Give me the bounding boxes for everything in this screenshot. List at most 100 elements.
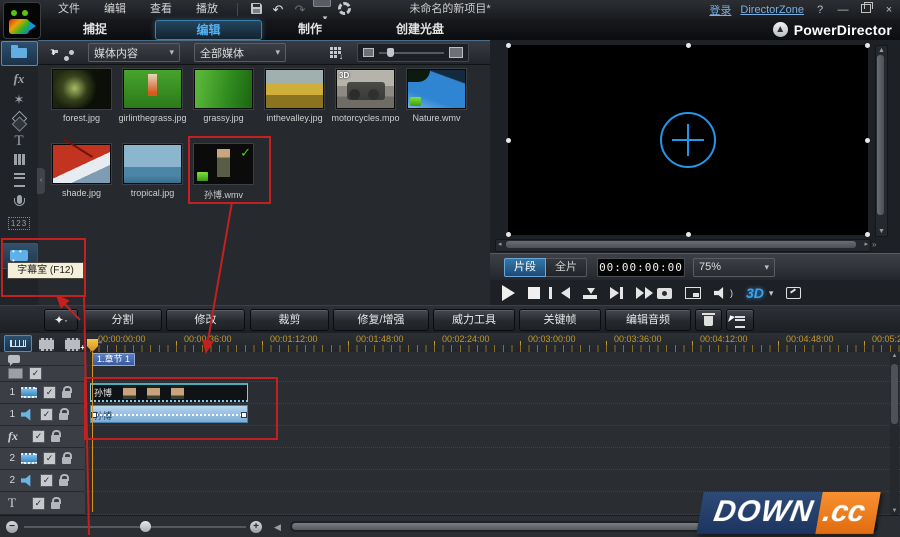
track-enable-checkbox[interactable]: ✓ <box>43 452 56 465</box>
thumbnail-shade[interactable] <box>52 144 111 184</box>
delete-button[interactable] <box>695 309 722 331</box>
help-button[interactable]: ? <box>813 4 827 16</box>
thumbnail-size-slider[interactable] <box>357 43 469 62</box>
track-enable-checkbox[interactable]: ✓ <box>32 497 45 510</box>
volume-speaker-button[interactable] <box>714 287 727 299</box>
timeline-vertical-scrollbar[interactable]: ▲ ▼ <box>890 352 899 515</box>
close-button[interactable]: × <box>882 4 896 16</box>
minimize-button[interactable]: — <box>836 4 850 16</box>
media-content-dropdown[interactable]: 媒体内容 ▾ <box>88 43 180 62</box>
scroll-down-icon[interactable]: ▼ <box>877 228 886 235</box>
media-item-sunbo[interactable]: ✓ 孙博.wmv <box>195 144 252 201</box>
magic-wand-button[interactable]: ✦· <box>44 309 78 331</box>
preview-horizontal-scrollbar[interactable]: ◂ ▸ <box>495 239 871 252</box>
track-enable-checkbox[interactable]: ✓ <box>32 430 45 443</box>
audio-track-2[interactable] <box>85 470 900 492</box>
transition-room-button[interactable] <box>0 112 38 127</box>
pip-room-button[interactable] <box>0 153 38 168</box>
scrollbar-thumb[interactable] <box>506 241 856 248</box>
thumbnail-girlinthegrass[interactable] <box>123 69 182 109</box>
media-item-girlinthegrass[interactable]: girlinthegrass.jpg <box>124 69 181 123</box>
video-track-1[interactable]: 孙博 <box>85 382 900 404</box>
lock-icon[interactable] <box>51 435 60 442</box>
particle-room-button[interactable]: ✶ <box>0 92 38 108</box>
play-button[interactable] <box>502 285 515 301</box>
menu-file[interactable]: 文件 <box>46 0 92 19</box>
track-enable-checkbox[interactable]: ✓ <box>40 474 53 487</box>
directorzone-link[interactable]: DirectorZone <box>740 4 804 16</box>
menu-play[interactable]: 播放 <box>184 0 230 19</box>
scroll-up-icon[interactable]: ▲ <box>890 353 899 359</box>
thumbnail-sunbo[interactable]: ✓ <box>194 144 253 184</box>
tab-edit[interactable]: 编辑 <box>155 20 262 40</box>
lock-icon[interactable] <box>59 413 68 420</box>
chapter-room-button[interactable]: 123 <box>0 214 38 229</box>
keyframe-button[interactable]: 关键帧 <box>519 309 601 331</box>
tab-capture[interactable]: 捕捉 <box>55 20 135 38</box>
media-item-tropical[interactable]: tropical.jpg <box>124 144 181 201</box>
seek-marker-button[interactable] <box>583 295 597 299</box>
slider-knob[interactable] <box>387 48 394 57</box>
snapshot-camera-button[interactable] <box>657 288 672 299</box>
scrollbar-thumb[interactable] <box>877 55 884 215</box>
clip-mode-button[interactable]: 片段 <box>504 258 546 277</box>
chapter-track[interactable]: 1.章节 1 <box>85 352 900 366</box>
3d-display-button[interactable]: 3D <box>746 285 764 301</box>
thumbnail-forest[interactable] <box>52 69 111 109</box>
settings-gear-icon[interactable] <box>333 2 355 18</box>
effect-room-button[interactable]: fx <box>0 71 38 87</box>
track-enable-checkbox[interactable]: ✓ <box>43 386 56 399</box>
fast-forward-button[interactable] <box>636 287 644 299</box>
media-room-button[interactable] <box>1 41 38 66</box>
modify-button[interactable]: 修改 <box>166 309 245 331</box>
thumbnail-inthevalley[interactable] <box>265 69 324 109</box>
previous-frame-button[interactable] <box>561 287 570 299</box>
context-menu-button[interactable] <box>726 309 754 331</box>
scroll-down-icon[interactable]: ▼ <box>890 508 899 514</box>
chapter-marker[interactable]: 1.章节 1 <box>92 353 135 366</box>
menu-view[interactable]: 查看 <box>138 0 184 19</box>
track-enable-checkbox[interactable]: ✓ <box>40 408 53 421</box>
marker-track[interactable] <box>85 366 900 382</box>
save-icon[interactable] <box>245 3 267 17</box>
add-media-circle-icon[interactable] <box>660 112 716 168</box>
login-link[interactable]: 登录 <box>709 2 731 18</box>
zoom-out-button[interactable]: − <box>6 521 18 533</box>
tab-produce[interactable]: 制作 <box>270 20 350 38</box>
audio-track-1[interactable]: 孙博 <box>85 404 900 426</box>
media-item-grassy[interactable]: grassy.jpg <box>195 69 252 123</box>
scroll-up-icon[interactable]: ▲ <box>877 47 886 54</box>
lock-icon[interactable] <box>62 391 71 398</box>
thumbnail-nature[interactable] <box>407 69 466 109</box>
library-view-button[interactable] <box>330 47 341 58</box>
effect-track[interactable] <box>85 426 900 448</box>
next-frame-button[interactable] <box>610 287 619 299</box>
media-item-nature[interactable]: Nature.wmv <box>408 69 465 123</box>
lock-icon[interactable] <box>59 479 68 486</box>
upgrade-icon[interactable]: ▲ <box>773 22 788 37</box>
timecode-display[interactable]: 00:00:00:00 <box>597 258 685 277</box>
thumbnail-grassy[interactable] <box>194 69 253 109</box>
video-preview[interactable] <box>508 45 868 235</box>
title-room-button[interactable]: T <box>0 133 38 150</box>
media-item-forest[interactable]: forest.jpg <box>53 69 110 123</box>
track-enable-checkbox[interactable]: ✓ <box>29 367 42 380</box>
stop-button[interactable] <box>528 287 540 299</box>
zoom-in-button[interactable]: + <box>250 521 262 533</box>
undo-icon[interactable]: ↶ <box>267 2 289 18</box>
lock-icon[interactable] <box>51 502 60 509</box>
media-item-shade[interactable]: shade.jpg <box>53 144 110 201</box>
thumbnail-tropical[interactable] <box>123 144 182 184</box>
scroll-left-icon[interactable]: ◀ <box>274 522 281 533</box>
scroll-right-icon[interactable]: ▸ <box>864 240 868 249</box>
scroll-left-icon[interactable]: ◂ <box>498 240 502 249</box>
timeline-audio-clip[interactable]: 孙博 <box>90 405 248 423</box>
undock-preview-button[interactable] <box>786 287 801 299</box>
timeline-video-clip[interactable]: 孙博 <box>90 383 248 402</box>
movie-mode-button[interactable]: 全片 <box>546 258 587 277</box>
scrollbar-thumb[interactable] <box>891 364 898 424</box>
menu-edit[interactable]: 编辑 <box>92 0 138 19</box>
redo-icon[interactable]: ↷ <box>289 2 311 18</box>
edit-audio-button[interactable]: 编辑音频 <box>605 309 691 331</box>
voiceover-room-button[interactable] <box>0 192 38 207</box>
